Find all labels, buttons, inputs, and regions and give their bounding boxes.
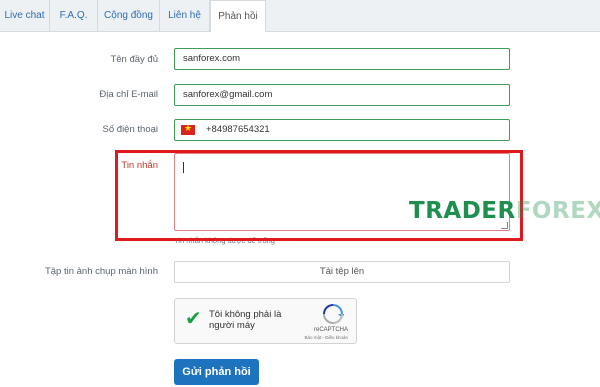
tab-live-chat[interactable]: Live chat	[0, 0, 50, 31]
message-error: Tin nhắn không được để trống	[174, 236, 275, 245]
phone-field[interactable]: +84987654321	[174, 119, 510, 141]
vn-flag-icon[interactable]	[181, 123, 195, 135]
captcha-text: Tôi không phải là người máy	[209, 309, 282, 331]
upload-button[interactable]: Tải tệp lên	[174, 261, 510, 283]
email-field[interactable]: sanforex@gmail.com	[174, 84, 510, 106]
submit-button[interactable]: Gửi phản hồi	[174, 359, 259, 385]
name-field[interactable]: sanforex.com	[174, 48, 510, 70]
email-value: sanforex@gmail.com	[183, 89, 273, 100]
phone-label: Số điện thoại	[102, 124, 158, 135]
attachment-label: Tập tin ảnh chụp màn hình	[44, 266, 158, 277]
captcha-brand: reCAPTCHA	[313, 327, 348, 333]
name-value: sanforex.com	[183, 53, 241, 64]
phone-value: +84987654321	[206, 124, 270, 135]
checkmark-icon[interactable]: ✔	[185, 309, 202, 329]
tab-community[interactable]: Cộng đồng	[98, 0, 160, 31]
recaptcha-logo-icon	[323, 304, 344, 324]
recaptcha-widget: ✔ Tôi không phải là người máy reCAPTCHA …	[174, 298, 357, 344]
watermark-logo: TRADERFOREX	[409, 198, 600, 228]
watermark-trader: TRADER	[409, 198, 516, 224]
tab-bar: Live chat F.A.Q. Cộng đồng Liên hệ Phản …	[0, 0, 600, 32]
text-caret	[183, 162, 184, 173]
name-label: Tên đầy đủ	[110, 54, 158, 65]
tab-contact[interactable]: Liên hệ	[160, 0, 210, 31]
email-label: Địa chỉ E-mail	[99, 89, 158, 100]
tab-feedback[interactable]: Phản hồi	[210, 0, 266, 32]
captcha-terms[interactable]: Bảo mật - Điều khoản	[304, 335, 348, 340]
message-label: Tin nhắn	[121, 160, 158, 171]
tab-faq[interactable]: F.A.Q.	[50, 0, 98, 31]
watermark-forex: FOREX	[515, 198, 600, 224]
